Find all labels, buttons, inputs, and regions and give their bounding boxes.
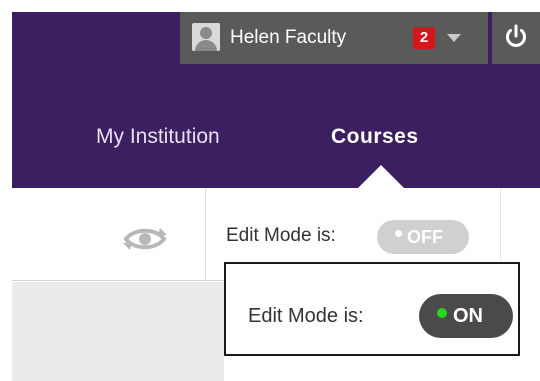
logout-button[interactable] xyxy=(492,12,540,64)
header-bar: Helen Faculty 2 My Institution Courses xyxy=(12,12,540,188)
caret-down-icon[interactable] xyxy=(447,34,461,42)
edit-mode-toggle-on[interactable]: ON xyxy=(419,294,513,338)
toolbar-bottom-border xyxy=(12,280,224,281)
notification-badge[interactable]: 2 xyxy=(413,27,435,49)
tab-courses[interactable]: Courses xyxy=(331,124,419,150)
user-avatar-icon xyxy=(192,23,220,51)
active-tab-indicator xyxy=(358,165,404,188)
toolbar-right-edge xyxy=(500,188,501,260)
edit-mode-label: Edit Mode is: xyxy=(226,225,336,246)
toggle-state-label: ON xyxy=(453,305,483,327)
edit-mode-callout: Edit Mode is: ON xyxy=(224,262,520,356)
toggle-indicator-dot xyxy=(395,230,402,237)
callout-edit-mode-label: Edit Mode is: xyxy=(248,305,364,327)
toolbar-divider xyxy=(205,188,206,280)
power-icon xyxy=(506,24,526,47)
toggle-state-label: OFF xyxy=(407,227,443,247)
tab-my-institution[interactable]: My Institution xyxy=(96,124,220,150)
user-name[interactable]: Helen Faculty xyxy=(230,27,346,49)
toggle-indicator-dot xyxy=(437,308,447,318)
user-menu[interactable]: Helen Faculty 2 xyxy=(180,12,488,64)
edit-mode-toggle-off[interactable]: OFF xyxy=(377,220,469,254)
eye-refresh-icon[interactable] xyxy=(120,222,170,256)
content-area xyxy=(12,282,224,381)
